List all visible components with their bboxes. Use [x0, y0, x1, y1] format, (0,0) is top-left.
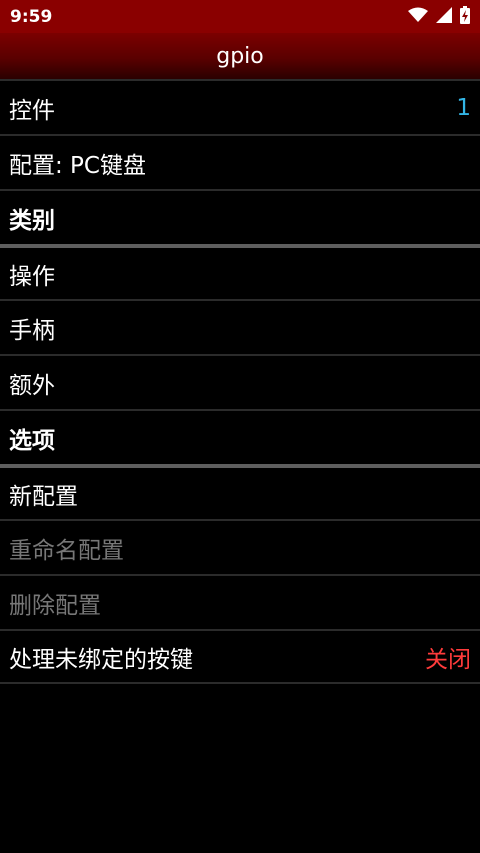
- status-icons: [408, 5, 470, 28]
- settings-list: 控件 1 配置: PC键盘 类别 操作 手柄 额外 选项 新配置 重命名配置 删…: [0, 79, 480, 684]
- status-time: 9:59: [10, 6, 53, 27]
- list-item-label: 删除配置: [9, 592, 101, 619]
- status-bar: 9:59: [0, 0, 480, 33]
- list-item-extra[interactable]: 额外: [0, 354, 480, 409]
- list-item-gamepad[interactable]: 手柄: [0, 299, 480, 354]
- list-item-label: 处理未绑定的按键: [9, 646, 193, 673]
- list-item-config[interactable]: 配置: PC键盘: [0, 134, 480, 189]
- list-item-label: 手柄: [9, 317, 55, 344]
- list-item-value: 关闭: [425, 646, 471, 673]
- signal-icon: [436, 6, 452, 27]
- section-header-options: 选项: [0, 409, 480, 464]
- section-header-label: 选项: [9, 427, 55, 454]
- list-item-unbound-keys[interactable]: 处理未绑定的按键 关闭: [0, 629, 480, 684]
- app-title: gpio: [216, 43, 264, 69]
- list-item-actions[interactable]: 操作: [0, 244, 480, 299]
- list-item-rename-config[interactable]: 重命名配置: [0, 519, 480, 574]
- list-item-label: 操作: [9, 263, 55, 290]
- list-item-label: 控件: [9, 97, 55, 124]
- list-item-label: 重命名配置: [9, 537, 124, 564]
- app-title-bar: gpio: [0, 33, 480, 79]
- list-item-label: 额外: [9, 372, 55, 399]
- list-item-delete-config[interactable]: 删除配置: [0, 574, 480, 629]
- battery-charging-icon: [460, 5, 470, 28]
- section-header-category: 类别: [0, 189, 480, 244]
- wifi-icon: [408, 7, 428, 27]
- list-item-value: 1: [456, 94, 471, 121]
- list-item-label: 配置: PC键盘: [9, 152, 146, 179]
- list-item-controls[interactable]: 控件 1: [0, 79, 480, 134]
- section-header-label: 类别: [9, 207, 55, 234]
- list-item-new-config[interactable]: 新配置: [0, 464, 480, 519]
- list-item-label: 新配置: [9, 483, 78, 510]
